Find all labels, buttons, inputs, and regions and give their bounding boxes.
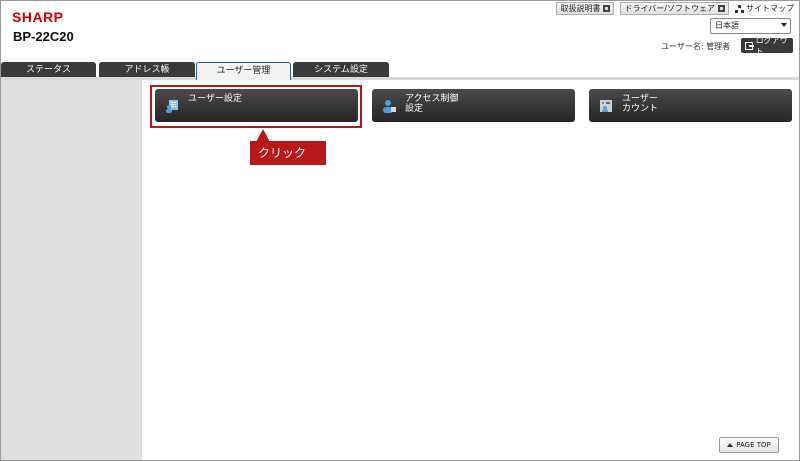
model-name: BP-22C20 — [13, 29, 74, 44]
access-control-icon — [383, 100, 396, 113]
logout-icon — [745, 41, 754, 50]
language-select[interactable]: 日本語 — [710, 18, 791, 34]
sitemap-label: サイトマップ — [746, 4, 794, 13]
access-control-button[interactable]: アクセス制御 設定 — [372, 89, 575, 122]
user-count-icon — [600, 100, 612, 112]
manual-link-label: 取扱説明書 — [560, 4, 601, 13]
tab-address-book[interactable]: アドレス帳 — [99, 62, 195, 78]
logout-label: ログアウト — [755, 35, 788, 56]
sharp-logo: SHARP — [12, 9, 64, 25]
main-tabs: ステータス アドレス帳 ユーザー管理 システム設定 — [1, 62, 799, 80]
page-top-label: PAGE TOP — [736, 441, 771, 449]
external-link-icon — [718, 5, 725, 12]
logout-button[interactable]: ログアウト — [741, 36, 793, 56]
user-count-button[interactable]: ユーザー カウント — [589, 89, 792, 122]
manual-link[interactable]: 取扱説明書 — [556, 2, 615, 15]
user-count-label-line2: カウント — [622, 104, 659, 114]
top-links: 取扱説明書 ドライバー/ソフトウェア サイトマップ — [556, 2, 794, 15]
sitemap-link[interactable]: サイトマップ — [735, 3, 794, 14]
chevron-up-icon — [727, 443, 734, 447]
username-display: ユーザー名: 管理者 — [661, 42, 731, 51]
tab-status[interactable]: ステータス — [1, 62, 96, 78]
sitemap-icon — [735, 4, 744, 13]
access-control-label-line1: アクセス制御 — [405, 94, 459, 104]
chevron-down-icon — [781, 23, 787, 27]
driver-software-link[interactable]: ドライバー/ソフトウェア — [620, 2, 729, 15]
annotation-highlight-box — [150, 85, 362, 128]
sidebar — [1, 80, 142, 460]
language-value: 日本語 — [715, 21, 739, 30]
tab-system-settings[interactable]: システム設定 — [293, 62, 389, 78]
tab-user-management[interactable]: ユーザー管理 — [196, 62, 291, 80]
user-count-label-line1: ユーザー — [622, 94, 658, 104]
access-control-label-line2: 設定 — [405, 104, 424, 114]
page-top-button[interactable]: PAGE TOP — [719, 437, 779, 453]
click-callout: クリック — [250, 141, 326, 165]
external-link-icon — [603, 5, 611, 12]
driver-link-label: ドライバー/ソフトウェア — [624, 4, 715, 13]
